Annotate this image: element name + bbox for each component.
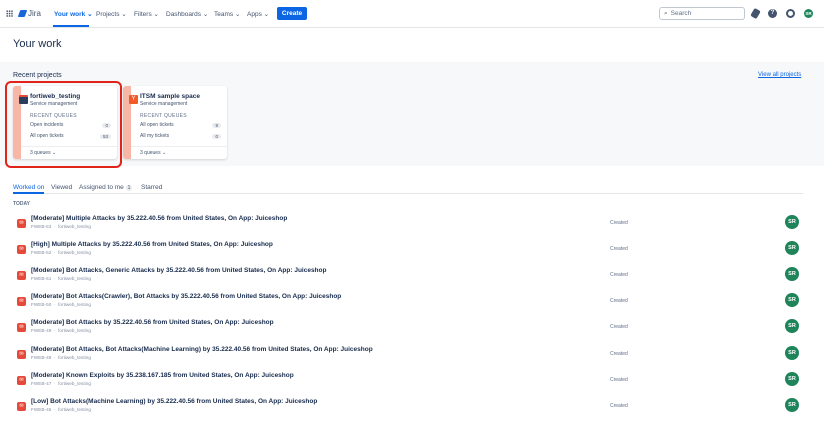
- issue-type-icon: ✉: [17, 245, 26, 255]
- table-row[interactable]: ✉ [Moderate] Bot Attacks(Crawler), Bot A…: [13, 291, 803, 315]
- issue-meta: FWEB-53 · fortiweb_testing: [31, 224, 91, 229]
- active-tab-indicator: [13, 192, 44, 194]
- issue-meta: FWEB-48 · fortiweb_testing: [31, 354, 91, 360]
- issue-type-icon: ✉: [17, 375, 26, 385]
- assignee-avatar[interactable]: SR: [785, 267, 799, 282]
- queues-dropdown[interactable]: 3 queues ⌄: [131, 146, 227, 156]
- table-row[interactable]: ✉ [Moderate] Bot Attacks, Bot Attacks(Ma…: [13, 344, 803, 368]
- issue-type-icon: ✉: [17, 401, 26, 411]
- table-row[interactable]: ✉ [High] Multiple Attacks by 35.222.40.5…: [13, 239, 803, 263]
- project-name[interactable]: ITSM sample space: [140, 93, 200, 100]
- page-title: Your work: [13, 38, 62, 50]
- issue-meta: FWEB-46 · fortiweb_testing: [31, 406, 91, 412]
- issue-type-icon: ✉: [17, 297, 26, 307]
- table-row[interactable]: ✉ [Moderate] Known Exploits by 35.238.16…: [13, 370, 803, 394]
- issue-title[interactable]: [Moderate] Bot Attacks, Generic Attacks …: [31, 267, 326, 274]
- issue-type-icon: ✉: [17, 271, 26, 281]
- view-all-projects-link[interactable]: View all projects: [758, 72, 801, 78]
- issue-title[interactable]: [High] Multiple Attacks by 35.222.40.56 …: [31, 241, 273, 248]
- jira-logo[interactable]: Jira: [17, 9, 41, 18]
- issue-title[interactable]: [Low] Bot Attacks(Machine Learning) by 3…: [31, 398, 317, 405]
- help-icon[interactable]: ?: [768, 9, 777, 18]
- create-button[interactable]: Create: [277, 7, 307, 20]
- assignee-avatar[interactable]: SR: [785, 371, 799, 386]
- nav-your-work[interactable]: Your work ⌄: [54, 10, 93, 18]
- nav-dashboards[interactable]: Dashboards ⌄: [166, 10, 208, 18]
- table-row[interactable]: ✉ [Low] Bot Attacks(Machine Learning) by…: [13, 396, 803, 420]
- search-icon: ⌕: [664, 9, 668, 17]
- issue-title[interactable]: [Moderate] Known Exploits by 35.238.167.…: [31, 372, 294, 379]
- work-tabs: Worked on Viewed Assigned to me 1 Starre…: [13, 182, 803, 194]
- assignee-avatar[interactable]: SR: [785, 345, 799, 360]
- issue-status: Created: [610, 272, 628, 279]
- tab-assigned-to-me[interactable]: Assigned to me 1: [79, 184, 133, 191]
- jira-icon: [17, 10, 28, 17]
- assignee-avatar[interactable]: SR: [785, 215, 799, 229]
- issue-status: Created: [610, 246, 628, 253]
- nav-filters[interactable]: Filters ⌄: [134, 10, 159, 18]
- issue-type-icon: ✉: [17, 219, 26, 228]
- nav-apps[interactable]: Apps ⌄: [247, 10, 269, 18]
- project-avatar-icon: Y: [129, 95, 138, 104]
- issue-title[interactable]: [Moderate] Bot Attacks(Crawler), Bot Att…: [31, 293, 341, 300]
- issue-title[interactable]: [Moderate] Multiple Attacks by 35.222.40…: [31, 215, 287, 222]
- issue-type-icon: ✉: [17, 349, 26, 359]
- notifications-icon[interactable]: [750, 7, 761, 20]
- project-card[interactable]: Y ITSM sample space Service management R…: [123, 86, 227, 159]
- tab-starred[interactable]: Starred: [141, 184, 162, 191]
- issue-meta: FWEB-51 · fortiweb_testing: [31, 276, 91, 282]
- issue-meta: FWEB-52 · fortiweb_testing: [31, 250, 91, 256]
- active-nav-indicator: [53, 25, 89, 27]
- assigned-count-badge: 1: [125, 185, 133, 191]
- tab-viewed[interactable]: Viewed: [51, 184, 72, 191]
- app-name: Jira: [28, 9, 41, 18]
- table-row[interactable]: ✉ [Moderate] Multiple Attacks by 35.222.…: [13, 213, 803, 237]
- search-input[interactable]: ⌕ Search: [659, 7, 745, 20]
- table-row[interactable]: ✉ [Moderate] Bot Attacks by 35.222.40.56…: [13, 317, 803, 341]
- queue-link[interactable]: All my tickets 0: [140, 133, 221, 139]
- assignee-avatar[interactable]: SR: [785, 397, 799, 412]
- assignee-avatar[interactable]: SR: [785, 241, 799, 256]
- highlight-box: [5, 81, 122, 168]
- user-avatar[interactable]: SR: [804, 9, 813, 18]
- issue-meta: FWEB-47 · fortiweb_testing: [31, 380, 91, 386]
- tab-worked-on[interactable]: Worked on: [13, 184, 44, 191]
- project-type: Service management: [140, 101, 188, 107]
- table-row[interactable]: ✉ [Moderate] Bot Attacks, Generic Attack…: [13, 265, 803, 289]
- assignee-avatar[interactable]: SR: [785, 293, 799, 308]
- section-label: TODAY: [13, 201, 30, 207]
- issue-status: Created: [610, 402, 628, 409]
- recent-projects-heading: Recent projects: [13, 72, 62, 79]
- nav-projects[interactable]: Projects ⌄: [96, 10, 127, 18]
- app-switcher-icon[interactable]: [6, 10, 13, 17]
- issue-status: Created: [610, 376, 628, 383]
- issue-title[interactable]: [Moderate] Bot Attacks by 35.222.40.56 f…: [31, 319, 274, 326]
- issue-type-icon: ✉: [17, 323, 26, 333]
- issue-status: Created: [610, 220, 628, 226]
- issue-status: Created: [610, 324, 628, 331]
- queue-link[interactable]: All open tickets 9: [140, 122, 221, 128]
- issue-meta: FWEB-49 · fortiweb_testing: [31, 328, 91, 334]
- issue-title[interactable]: [Moderate] Bot Attacks, Bot Attacks(Mach…: [31, 346, 373, 353]
- issue-meta: FWEB-50 · fortiweb_testing: [31, 302, 91, 308]
- assignee-avatar[interactable]: SR: [785, 319, 799, 334]
- issue-status: Created: [610, 298, 628, 305]
- queues-label: RECENT QUEUES: [140, 113, 187, 119]
- settings-icon[interactable]: [786, 9, 795, 18]
- top-nav: Jira Your work ⌄ Projects ⌄ Filters ⌄ Da…: [0, 0, 824, 28]
- issue-status: Created: [610, 350, 628, 357]
- nav-teams[interactable]: Teams ⌄: [214, 10, 240, 18]
